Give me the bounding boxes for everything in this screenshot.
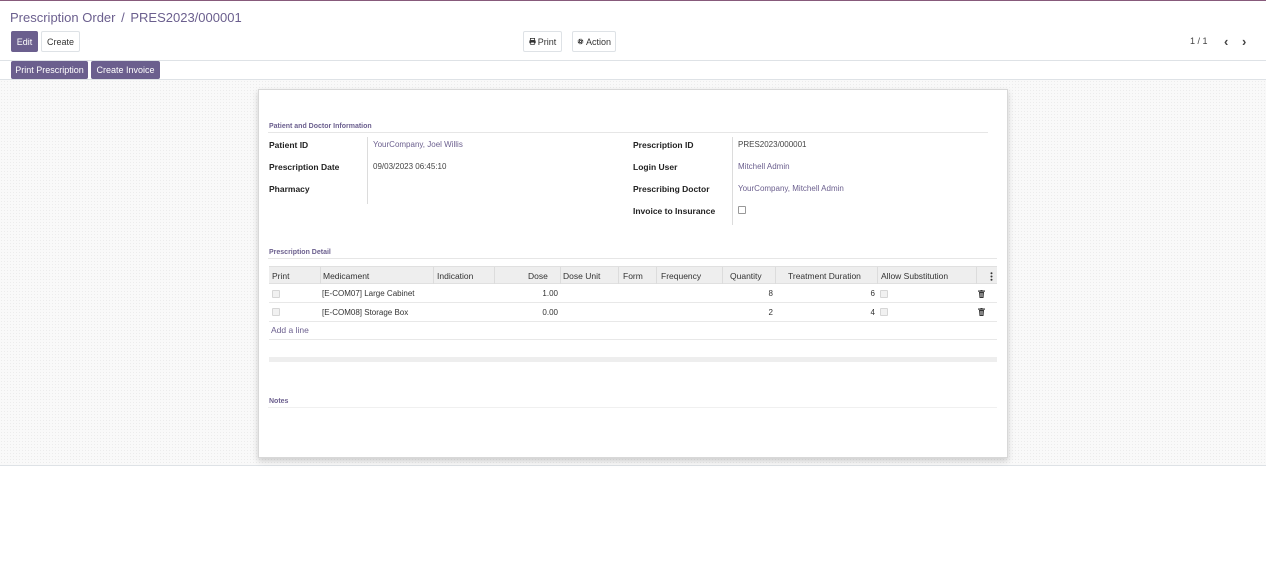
column-divider (656, 267, 657, 284)
column-header-frequency[interactable]: Frequency (661, 271, 701, 281)
breadcrumb-separator: / (121, 10, 125, 25)
row-treatment-duration[interactable]: 4 (777, 308, 875, 317)
column-header-medicament[interactable]: Medicament (323, 271, 369, 281)
row-divider (269, 339, 997, 340)
print-prescription-button[interactable]: Print Prescription (11, 61, 88, 79)
row-quantity[interactable]: 2 (723, 308, 773, 317)
section-title-patient: Patient and Doctor Information (269, 123, 372, 130)
printer-icon (529, 38, 536, 45)
create-invoice-button[interactable]: Create Invoice (91, 61, 160, 79)
column-divider (976, 267, 977, 284)
action-dropdown-button[interactable]: Action (572, 31, 616, 52)
row-medicament[interactable]: [E-COM07] Large Cabinet (322, 289, 415, 298)
add-line-link[interactable]: Add a line (271, 325, 309, 335)
column-header-print[interactable]: Print (272, 271, 289, 281)
row-print-checkbox[interactable] (272, 290, 280, 298)
pager-value[interactable]: 1 / 1 (1190, 36, 1208, 46)
column-header-indication[interactable]: Indication (437, 271, 473, 281)
notes-divider (268, 407, 997, 408)
row-treatment-duration[interactable]: 6 (777, 289, 875, 298)
column-header-quantity[interactable]: Quantity (730, 271, 762, 281)
patient-id-value[interactable]: YourCompany, Joel Willis (373, 140, 463, 149)
column-header-treatment-duration[interactable]: Treatment Duration (788, 271, 861, 281)
column-divider (433, 267, 434, 284)
row-allow-substitution-checkbox[interactable] (880, 290, 888, 298)
prescribing-doctor-label: Prescribing Doctor (633, 184, 710, 194)
vertical-dots-icon[interactable] (990, 272, 993, 281)
column-divider (560, 267, 561, 284)
label-divider (367, 137, 368, 204)
login-user-label: Login User (633, 162, 678, 172)
statusbar-divider (0, 60, 1266, 61)
edit-button[interactable]: Edit (11, 31, 38, 52)
column-divider (494, 267, 495, 284)
section-divider (268, 258, 997, 259)
print-button-label: Print (537, 36, 557, 47)
prescription-date-label: Prescription Date (269, 162, 340, 172)
column-divider (877, 267, 878, 284)
section-title-detail: Prescription Detail (269, 249, 331, 256)
row-divider (269, 321, 997, 322)
invoice-insurance-checkbox[interactable] (738, 206, 746, 214)
notes-field[interactable] (269, 410, 997, 446)
section-divider (268, 132, 988, 133)
row-allow-substitution-checkbox[interactable] (880, 308, 888, 316)
breadcrumb-current: PRES2023/000001 (130, 10, 242, 25)
table-header: Print Medicament Indication Dose Dose Un… (269, 266, 997, 284)
row-print-checkbox[interactable] (272, 308, 280, 316)
chevron-left-icon[interactable]: ‹ (1224, 34, 1228, 49)
trash-icon[interactable] (978, 308, 985, 316)
column-divider (618, 267, 619, 284)
row-medicament[interactable]: [E-COM08] Storage Box (322, 308, 408, 317)
prescription-date-value: 09/03/2023 06:45:10 (373, 162, 447, 171)
column-header-form[interactable]: Form (623, 271, 643, 281)
table-footer (269, 357, 997, 362)
invoice-insurance-label: Invoice to Insurance (633, 206, 716, 216)
row-dose[interactable]: 1.00 (495, 289, 558, 298)
chevron-right-icon[interactable]: › (1242, 34, 1246, 49)
breadcrumb-parent-link[interactable]: Prescription Order (10, 10, 115, 25)
create-button[interactable]: Create (41, 31, 80, 52)
prescription-id-value: PRES2023/000001 (738, 140, 807, 149)
login-user-value[interactable]: Mitchell Admin (738, 162, 790, 171)
column-divider (722, 267, 723, 284)
prescription-id-label: Prescription ID (633, 140, 694, 150)
column-header-allow-substitution[interactable]: Allow Substitution (881, 271, 948, 281)
column-divider (775, 267, 776, 284)
gear-icon (577, 38, 584, 45)
section-title-notes: Notes (269, 398, 289, 405)
trash-icon[interactable] (978, 290, 985, 298)
breadcrumb: Prescription Order / PRES2023/000001 (10, 10, 242, 25)
pharmacy-label: Pharmacy (269, 184, 310, 194)
prescribing-doctor-value[interactable]: YourCompany, Mitchell Admin (738, 184, 844, 193)
row-dose[interactable]: 0.00 (495, 308, 558, 317)
control-panel: Prescription Order / PRES2023/000001 Edi… (0, 1, 1266, 80)
row-divider (269, 302, 997, 303)
print-dropdown-button[interactable]: Print (523, 31, 562, 52)
column-divider (320, 267, 321, 284)
column-header-dose[interactable]: Dose (528, 271, 548, 281)
row-quantity[interactable]: 8 (723, 289, 773, 298)
patient-id-label: Patient ID (269, 140, 309, 150)
action-button-label: Action (585, 36, 611, 47)
column-header-dose-unit[interactable]: Dose Unit (563, 271, 600, 281)
label-divider (732, 137, 733, 225)
